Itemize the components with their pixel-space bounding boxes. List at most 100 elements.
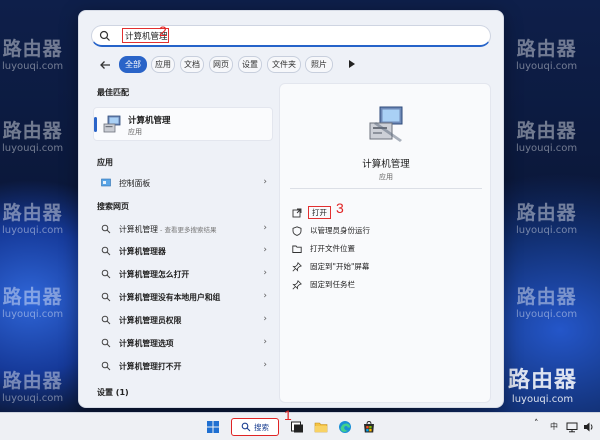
- computer-management-icon: [103, 115, 121, 133]
- tab-settings[interactable]: 设置: [238, 56, 262, 73]
- chevron-right-icon: ›: [263, 268, 267, 278]
- task-view-icon[interactable]: [290, 420, 304, 434]
- search-icon: [101, 292, 111, 302]
- edge-browser-icon[interactable]: [338, 420, 352, 434]
- pin-to-start-label: 固定到"开始"屏幕: [310, 262, 370, 271]
- search-icon: [101, 361, 111, 371]
- watermark: 路由器 luyouqi.com: [508, 368, 578, 405]
- tab-photos[interactable]: 照片: [305, 56, 333, 73]
- web-result-label: 计算机管理员权限: [119, 316, 182, 325]
- pin-to-taskbar-label: 固定到任务栏: [310, 280, 355, 289]
- watermark: 路由器 luyouqi.com: [2, 120, 64, 154]
- pin-icon: [292, 280, 302, 290]
- pin-to-start-action[interactable]: 固定到"开始"屏幕: [292, 260, 482, 274]
- tab-documents[interactable]: 文档: [180, 56, 204, 73]
- shield-admin-icon: [292, 226, 302, 236]
- app-item-label: 控制面板: [119, 179, 151, 188]
- chevron-right-icon: ›: [263, 314, 267, 324]
- web-result-label: 计算机管理怎么打开: [119, 270, 190, 279]
- search-icon: [101, 269, 111, 279]
- chevron-right-icon: ›: [263, 177, 267, 187]
- tab-web[interactable]: 网页: [209, 56, 233, 73]
- watermark: 路由器 luyouqi.com: [516, 202, 578, 236]
- open-action-label: 打开: [308, 206, 331, 219]
- best-match-title: 计算机管理: [128, 116, 171, 126]
- search-icon: [99, 30, 110, 41]
- web-result-item[interactable]: 计算机管理怎么打开 ›: [93, 264, 273, 284]
- search-icon: [241, 422, 251, 432]
- web-result-item[interactable]: 计算机管理选项 ›: [93, 333, 273, 353]
- chevron-right-icon: ›: [263, 291, 267, 301]
- detail-pane: 计算机管理 应用 打开 3 以管理员身份运行 打开文件位置 固定到"开始"屏幕 …: [279, 83, 491, 403]
- watermark: 路由器 luyouqi.com: [2, 38, 64, 72]
- web-result-label: 计算机管理选项: [119, 339, 174, 348]
- watermark: 路由器 luyouqi.com: [2, 202, 64, 236]
- ime-language-indicator[interactable]: 中: [550, 421, 558, 432]
- windows-start-icon[interactable]: [206, 420, 220, 434]
- best-match-item[interactable]: 计算机管理 应用: [93, 107, 273, 141]
- tab-all[interactable]: 全部: [119, 56, 147, 73]
- web-result-label: 计算机管理打不开: [119, 362, 182, 371]
- chevron-right-icon: ›: [263, 337, 267, 347]
- taskbar-search-label: 搜索: [254, 423, 269, 432]
- pin-icon: [292, 262, 302, 272]
- taskbar: 搜索 1 ˄ 中: [0, 407, 600, 440]
- web-result-item[interactable]: 计算机管理器 ›: [93, 241, 273, 261]
- chevron-right-icon: ›: [263, 360, 267, 370]
- open-file-location-action[interactable]: 打开文件位置: [292, 242, 482, 256]
- watermark: 路由器 luyouqi.com: [2, 370, 64, 404]
- best-match-subtitle: 应用: [128, 128, 142, 136]
- filter-tab-bar: 全部 应用 文档 网页 设置 文件夹 照片: [93, 56, 493, 74]
- web-result-label: 计算机管理 - 查看更多搜索结果: [119, 225, 217, 234]
- taskbar-search-button[interactable]: 搜索: [231, 418, 279, 436]
- step-number-label: 2: [159, 23, 167, 39]
- search-icon: [101, 338, 111, 348]
- volume-icon[interactable]: [583, 421, 595, 433]
- step-number-label: 3: [336, 200, 344, 216]
- watermark: 路由器 luyouqi.com: [516, 38, 578, 72]
- web-result-item[interactable]: 计算机管理员权限 ›: [93, 310, 273, 330]
- web-result-hint: - 查看更多搜索结果: [157, 226, 217, 234]
- computer-management-icon: [369, 106, 403, 142]
- file-explorer-icon[interactable]: [314, 420, 328, 434]
- divider: [290, 188, 482, 189]
- tray-chevron-icon[interactable]: ˄: [534, 419, 539, 429]
- open-action[interactable]: 打开: [292, 206, 482, 220]
- pin-to-taskbar-action[interactable]: 固定到任务栏: [292, 278, 482, 292]
- detail-app-type: 应用: [379, 173, 393, 181]
- apps-header: 应用: [97, 158, 113, 167]
- web-result-item[interactable]: 计算机管理 - 查看更多搜索结果 ›: [93, 219, 273, 239]
- chevron-right-icon: ›: [263, 245, 267, 255]
- control-panel-icon: [101, 178, 111, 187]
- search-icon: [101, 246, 111, 256]
- run-as-admin-action[interactable]: 以管理员身份运行: [292, 224, 482, 238]
- open-external-icon: [292, 208, 302, 218]
- run-as-admin-label: 以管理员身份运行: [310, 226, 370, 235]
- tab-folders[interactable]: 文件夹: [267, 56, 301, 73]
- best-match-header: 最佳匹配: [97, 88, 129, 97]
- folder-icon: [292, 245, 302, 253]
- settings-header[interactable]: 设置 (1): [97, 387, 129, 398]
- watermark: 路由器 luyouqi.com: [516, 286, 578, 320]
- network-icon[interactable]: [566, 421, 578, 433]
- web-result-item[interactable]: 计算机管理打不开 ›: [93, 356, 273, 376]
- web-result-label: 计算机管理没有本地用户和组: [119, 293, 221, 302]
- start-search-panel: 2 全部 应用 文档 网页 设置 文件夹 照片 最佳匹配 计算机管理 应用: [78, 10, 504, 408]
- selection-indicator: [94, 117, 97, 132]
- more-tabs-arrow-icon[interactable]: [349, 60, 355, 68]
- search-icon: [101, 315, 111, 325]
- chevron-right-icon: ›: [263, 223, 267, 233]
- open-file-location-label: 打开文件位置: [310, 244, 355, 253]
- watermark: 路由器 luyouqi.com: [2, 286, 64, 320]
- store-icon[interactable]: [362, 420, 376, 434]
- web-result-item[interactable]: 计算机管理没有本地用户和组 ›: [93, 287, 273, 307]
- search-icon: [101, 224, 111, 234]
- tab-apps[interactable]: 应用: [151, 56, 175, 73]
- watermark: 路由器 luyouqi.com: [516, 120, 578, 154]
- back-arrow-icon[interactable]: [99, 59, 111, 71]
- app-item-control-panel[interactable]: 控制面板 ›: [93, 173, 273, 193]
- detail-app-name: 计算机管理: [362, 159, 410, 170]
- web-results-header: 搜索网页: [97, 202, 129, 211]
- web-result-label: 计算机管理器: [119, 247, 166, 256]
- search-box[interactable]: [91, 25, 491, 47]
